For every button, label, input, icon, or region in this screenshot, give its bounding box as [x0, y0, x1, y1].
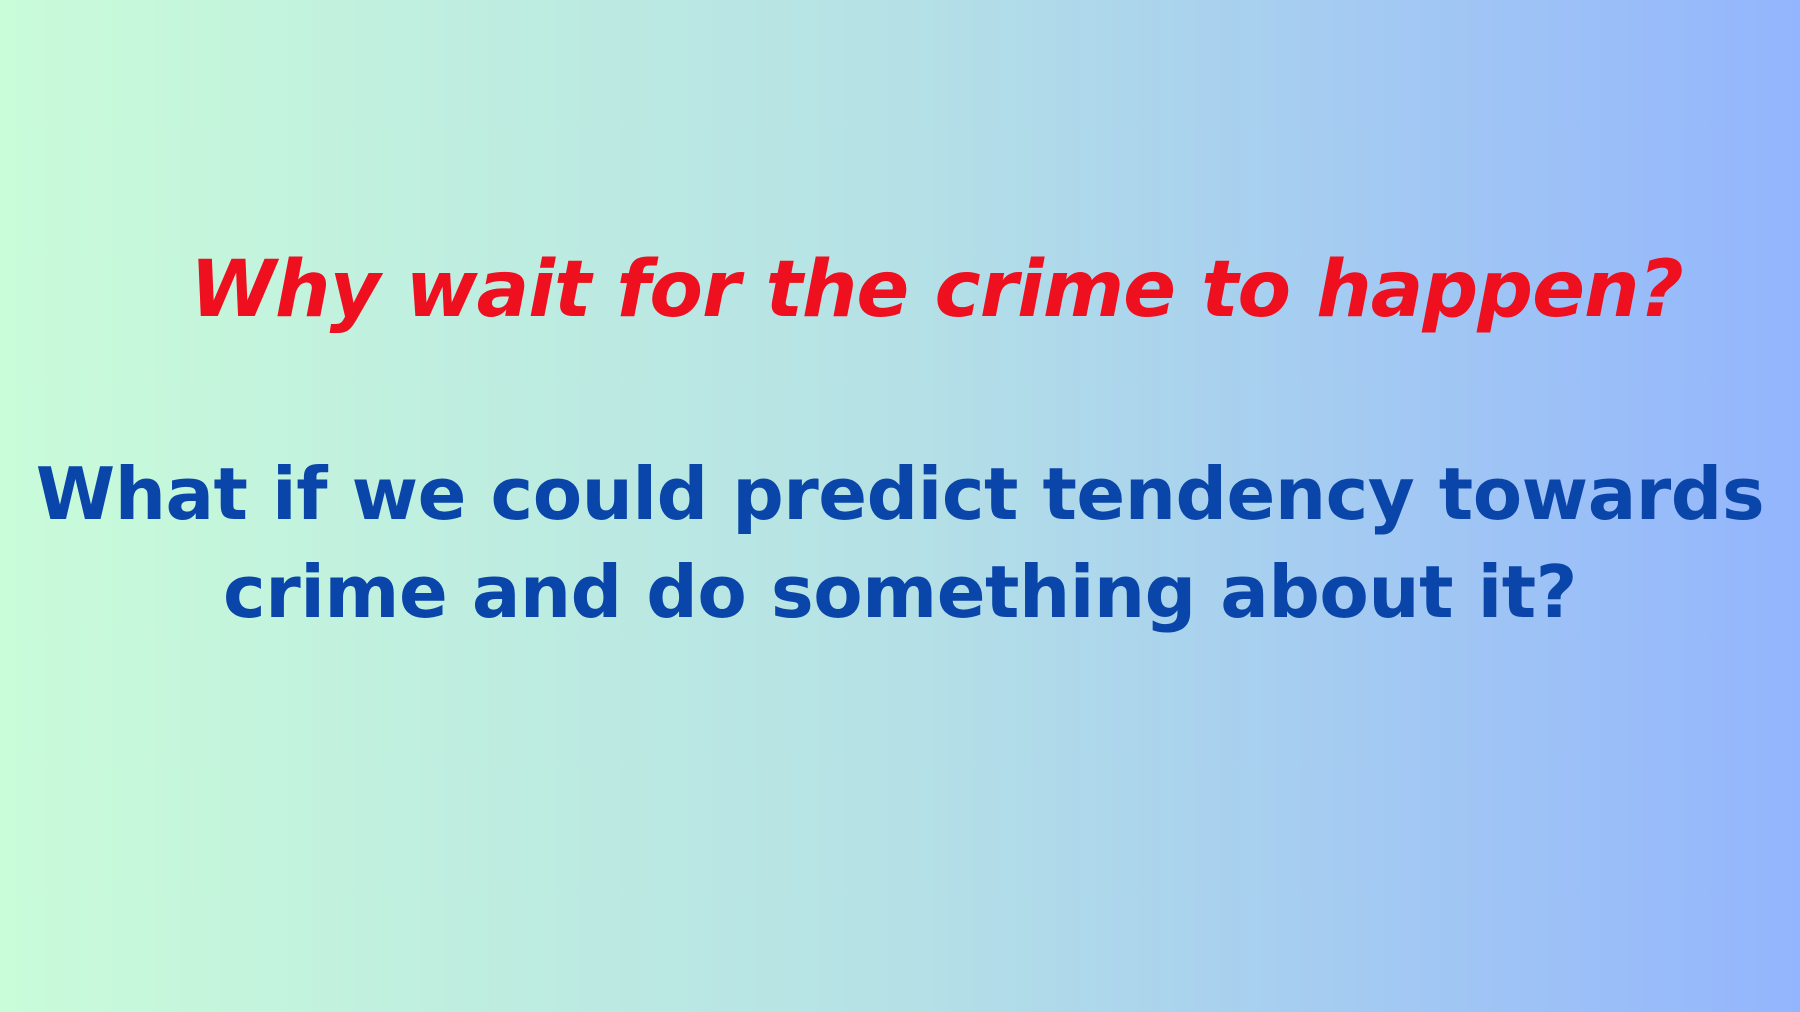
question-line-2: crime and do something about it? [223, 550, 1577, 634]
question-line-1: What if we could predict tendency toward… [35, 452, 1765, 536]
headline-text: Why wait for the crime to happen? [190, 245, 1684, 335]
slide-canvas: Why wait for the crime to happen? What i… [0, 0, 1800, 1012]
question-text: What if we could predict tendency toward… [0, 445, 1800, 641]
